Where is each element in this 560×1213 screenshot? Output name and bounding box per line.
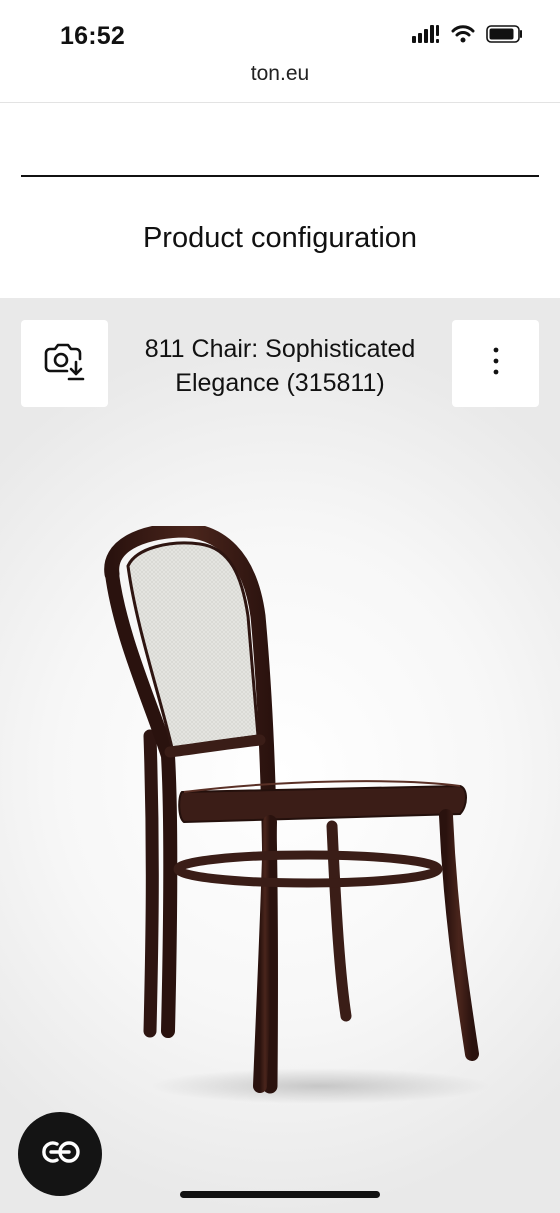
status-time: 16:52 <box>60 22 125 50</box>
more-vertical-icon <box>492 346 500 381</box>
home-indicator <box>180 1191 380 1198</box>
page-title: Product configuration <box>142 222 418 254</box>
more-options-button[interactable] <box>452 320 539 407</box>
camera-download-icon <box>43 341 87 386</box>
address-bar[interactable]: ton.eu <box>0 62 560 102</box>
cellular-signal-icon <box>412 25 440 48</box>
status-bar: 16:52 <box>0 0 560 66</box>
product-name: 811 Chair: Sophisticated Elegance (31581… <box>144 335 416 397</box>
section-divider <box>21 175 539 177</box>
wifi-icon <box>451 25 475 48</box>
address-bar-divider <box>0 102 560 103</box>
co-chat-button[interactable] <box>18 1112 102 1196</box>
chair-3d-model[interactable] <box>100 522 490 1111</box>
status-icons <box>412 25 524 48</box>
co-logo-icon <box>37 1139 83 1170</box>
product-3d-viewer[interactable]: 811 Chair: Sophisticated Elegance (31581… <box>0 298 560 1213</box>
battery-icon <box>486 25 524 48</box>
screenshot-button[interactable] <box>21 320 108 407</box>
